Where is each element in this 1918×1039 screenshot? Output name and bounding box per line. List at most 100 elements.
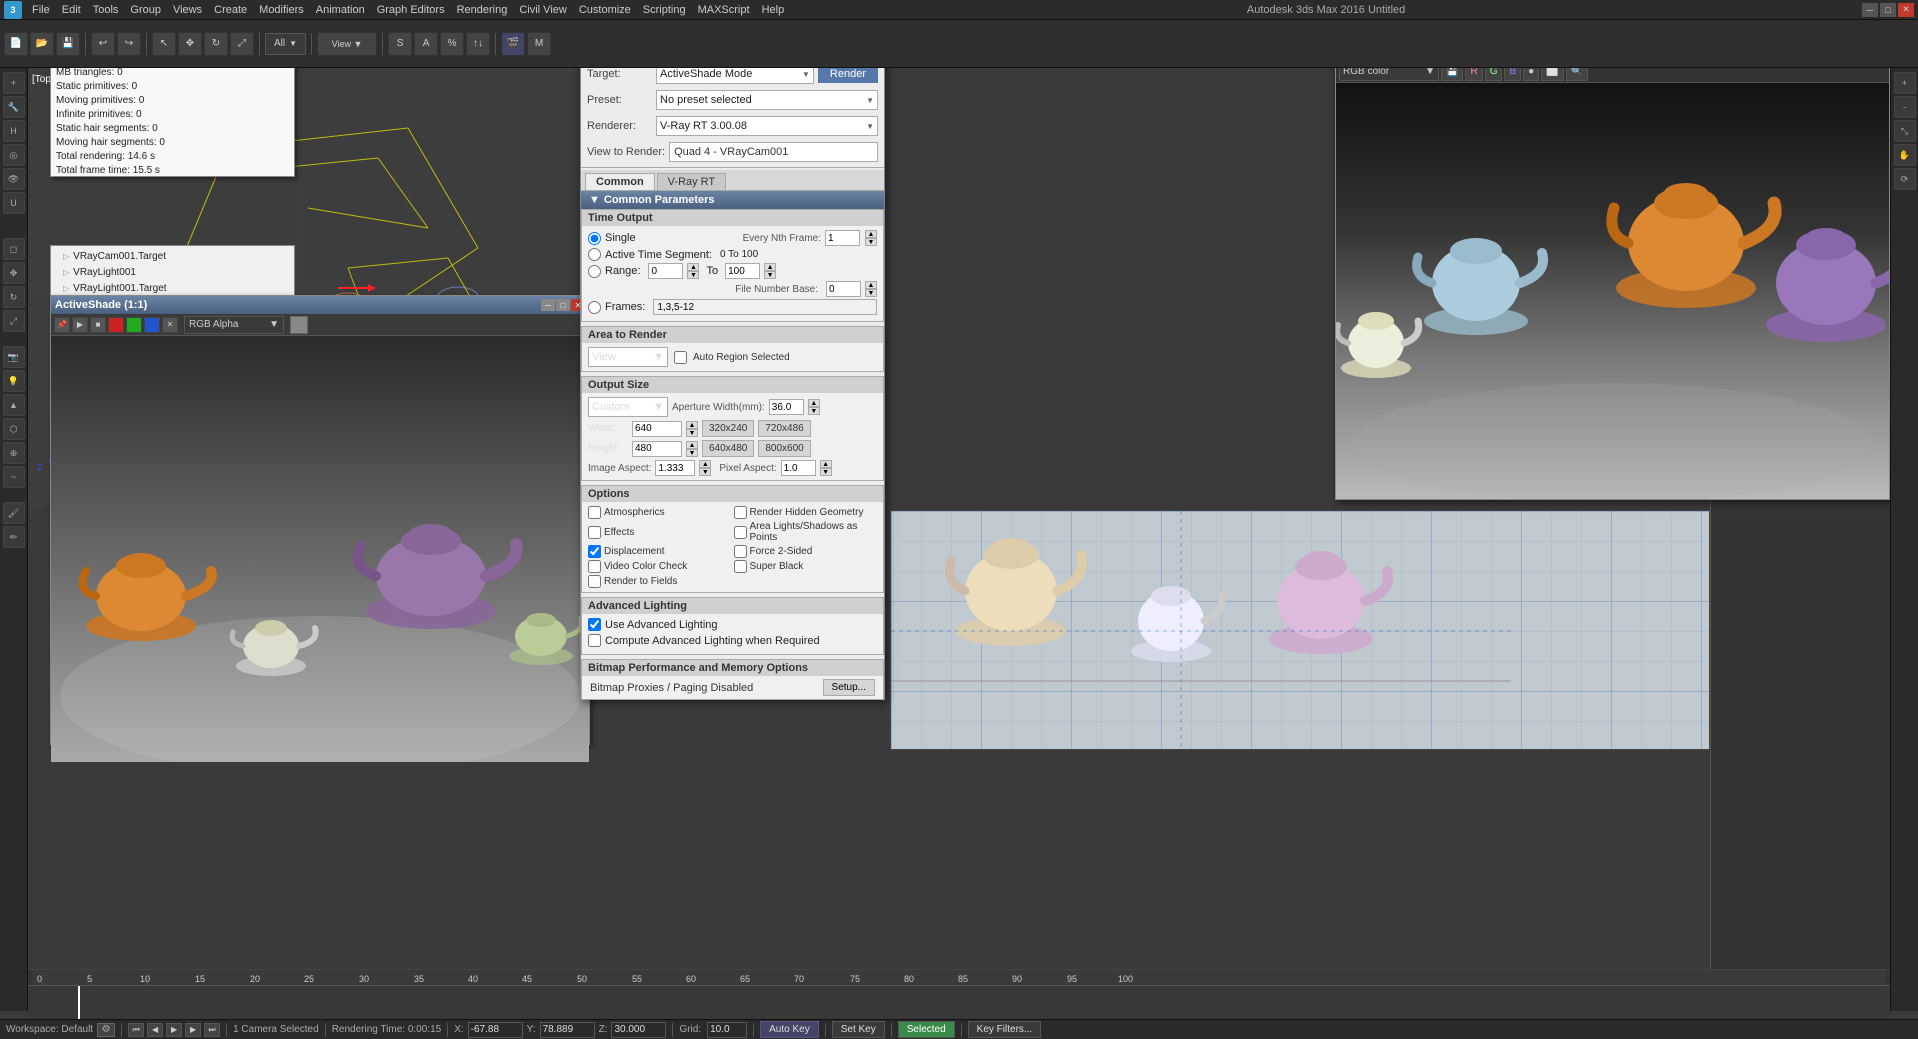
rs-preset-640x480[interactable]: 640x480 bbox=[702, 440, 754, 457]
rs-opt-disp-check[interactable] bbox=[588, 545, 601, 558]
rs-frames-value[interactable] bbox=[653, 299, 877, 315]
display-tool[interactable]: 👁 bbox=[3, 168, 25, 190]
rs-area-dropdown[interactable]: View ▼ bbox=[588, 347, 668, 367]
rs-preset-720x486[interactable]: 720x486 bbox=[758, 420, 810, 437]
menu-maxscript[interactable]: MAXScript bbox=[692, 2, 756, 18]
key-filters-btn[interactable]: Key Filters... bbox=[968, 1021, 1042, 1038]
zoom-extents-btn[interactable]: ⤡ bbox=[1894, 120, 1916, 142]
rs-aspect-up[interactable]: ▲ bbox=[699, 460, 711, 468]
rs-width-up[interactable]: ▲ bbox=[686, 421, 698, 429]
rs-aperture-down[interactable]: ▼ bbox=[808, 407, 820, 415]
menu-customize[interactable]: Customize bbox=[573, 2, 637, 18]
modify-tool[interactable]: 🔧 bbox=[3, 96, 25, 118]
select-btn[interactable]: ↖ bbox=[152, 32, 176, 56]
rs-pixaspect-down[interactable]: ▼ bbox=[820, 468, 832, 476]
utilities-tool[interactable]: U bbox=[3, 192, 25, 214]
orbit-btn[interactable]: ⟳ bbox=[1894, 168, 1916, 190]
rs-aperture-value[interactable] bbox=[769, 399, 804, 415]
menu-group[interactable]: Group bbox=[124, 2, 167, 18]
rotate-btn[interactable]: ↻ bbox=[204, 32, 228, 56]
rs-opt-atm-check[interactable] bbox=[588, 506, 601, 519]
z-value-input[interactable] bbox=[611, 1022, 666, 1038]
angle-snap-btn[interactable]: A bbox=[414, 32, 438, 56]
rs-aperture-up[interactable]: ▲ bbox=[808, 399, 820, 407]
menu-grapheditors[interactable]: Graph Editors bbox=[371, 2, 451, 18]
rs-height-value[interactable] bbox=[632, 441, 682, 457]
geometry-tool[interactable]: ▲ bbox=[3, 394, 25, 416]
maximize-btn[interactable]: □ bbox=[1880, 3, 1896, 17]
rs-nth-down[interactable]: ▼ bbox=[865, 238, 877, 246]
rs-size-preset-dropdown[interactable]: Custom ▼ bbox=[588, 397, 668, 417]
rs-tab-common[interactable]: Common bbox=[585, 173, 655, 190]
select-filter[interactable]: ◻ bbox=[3, 238, 25, 260]
rs-range-from[interactable] bbox=[648, 263, 683, 279]
as-stop[interactable]: ■ bbox=[90, 317, 106, 333]
zoom-in-btn[interactable]: + bbox=[1894, 72, 1916, 94]
scene-tree-item-1[interactable]: ▷ VRayLight001 bbox=[55, 264, 290, 280]
light-tool[interactable]: 💡 bbox=[3, 370, 25, 392]
rs-opt-hidden-check[interactable] bbox=[734, 506, 747, 519]
x-value-input[interactable] bbox=[468, 1022, 523, 1038]
close-btn[interactable]: ✕ bbox=[1898, 3, 1914, 17]
zoom-out-btn[interactable]: - bbox=[1894, 96, 1916, 118]
menu-file[interactable]: File bbox=[26, 2, 56, 18]
as-minimize[interactable]: ─ bbox=[541, 299, 555, 311]
workspace-settings-btn[interactable]: ⚙ bbox=[97, 1023, 115, 1037]
menu-create[interactable]: Create bbox=[208, 2, 253, 18]
rs-range-from-down[interactable]: ▼ bbox=[687, 271, 699, 279]
rs-opt-area-check[interactable] bbox=[734, 526, 747, 539]
as-maximize[interactable]: □ bbox=[556, 299, 570, 311]
menu-tools[interactable]: Tools bbox=[87, 2, 125, 18]
save-btn[interactable]: 💾 bbox=[56, 32, 80, 56]
rs-range-to-up[interactable]: ▲ bbox=[764, 263, 776, 271]
scene-tree-item-0[interactable]: ▷ VRayCam001.Target bbox=[55, 248, 290, 264]
move-tool[interactable]: ✥ bbox=[3, 262, 25, 284]
y-value-input[interactable] bbox=[540, 1022, 595, 1038]
as-blue-btn[interactable] bbox=[144, 317, 160, 333]
spacewarp-tool[interactable]: ~ bbox=[3, 466, 25, 488]
motion-tool[interactable]: ◎ bbox=[3, 144, 25, 166]
auto-key-btn[interactable]: Auto Key bbox=[760, 1021, 819, 1038]
grid-value-input[interactable] bbox=[707, 1022, 747, 1038]
rs-range-to[interactable] bbox=[725, 263, 760, 279]
create-tool[interactable]: + bbox=[3, 72, 25, 94]
rs-opt-2s-check[interactable] bbox=[734, 545, 747, 558]
play-prev-btn[interactable]: ⏮ bbox=[128, 1023, 144, 1037]
as-color-swatch[interactable] bbox=[290, 316, 308, 334]
rs-bitmap-setup-btn[interactable]: Setup... bbox=[823, 679, 875, 696]
rs-preset-dropdown[interactable]: No preset selected ▼ bbox=[656, 90, 878, 110]
as-green-btn[interactable] bbox=[126, 317, 142, 333]
rs-opt-sb-check[interactable] bbox=[734, 560, 747, 573]
play-next-btn[interactable]: ⏭ bbox=[204, 1023, 220, 1037]
play-btn[interactable]: ▶ bbox=[166, 1023, 182, 1037]
rs-compute-adv-check[interactable] bbox=[588, 634, 601, 647]
undo-btn[interactable]: ↩ bbox=[91, 32, 115, 56]
pan-btn[interactable]: ✋ bbox=[1894, 144, 1916, 166]
minimize-btn[interactable]: ─ bbox=[1862, 3, 1878, 17]
hierarchy-tool[interactable]: H bbox=[3, 120, 25, 142]
view-dropdown[interactable]: View ▼ bbox=[317, 32, 377, 56]
rs-filenum-value[interactable] bbox=[826, 281, 861, 297]
rs-frames-radio[interactable] bbox=[588, 301, 601, 314]
set-key-btn[interactable]: Set Key bbox=[832, 1021, 885, 1038]
menu-animation[interactable]: Animation bbox=[310, 2, 371, 18]
material-btn[interactable]: M bbox=[527, 32, 551, 56]
rs-pixaspect-up[interactable]: ▲ bbox=[820, 460, 832, 468]
rs-nth-up[interactable]: ▲ bbox=[865, 230, 877, 238]
snap-btn[interactable]: S bbox=[388, 32, 412, 56]
rs-preset-800x600[interactable]: 800x600 bbox=[758, 440, 810, 457]
rs-opt-fx-check[interactable] bbox=[588, 526, 601, 539]
rs-filenum-down[interactable]: ▼ bbox=[865, 289, 877, 297]
rs-opt-vc-check[interactable] bbox=[588, 560, 601, 573]
rs-tab-vray[interactable]: V-Ray RT bbox=[657, 173, 726, 190]
new-btn[interactable]: 📄 bbox=[4, 32, 28, 56]
rs-imgaspect-value[interactable] bbox=[655, 460, 695, 476]
as-close-btn[interactable]: ✕ bbox=[162, 317, 178, 333]
render-btn[interactable]: 🎬 bbox=[501, 32, 525, 56]
percent-snap-btn[interactable]: % bbox=[440, 32, 464, 56]
menu-help[interactable]: Help bbox=[756, 2, 791, 18]
rs-active-radio[interactable] bbox=[588, 248, 601, 261]
as-red-btn[interactable] bbox=[108, 317, 124, 333]
rs-height-up[interactable]: ▲ bbox=[686, 441, 698, 449]
menu-views[interactable]: Views bbox=[167, 2, 208, 18]
